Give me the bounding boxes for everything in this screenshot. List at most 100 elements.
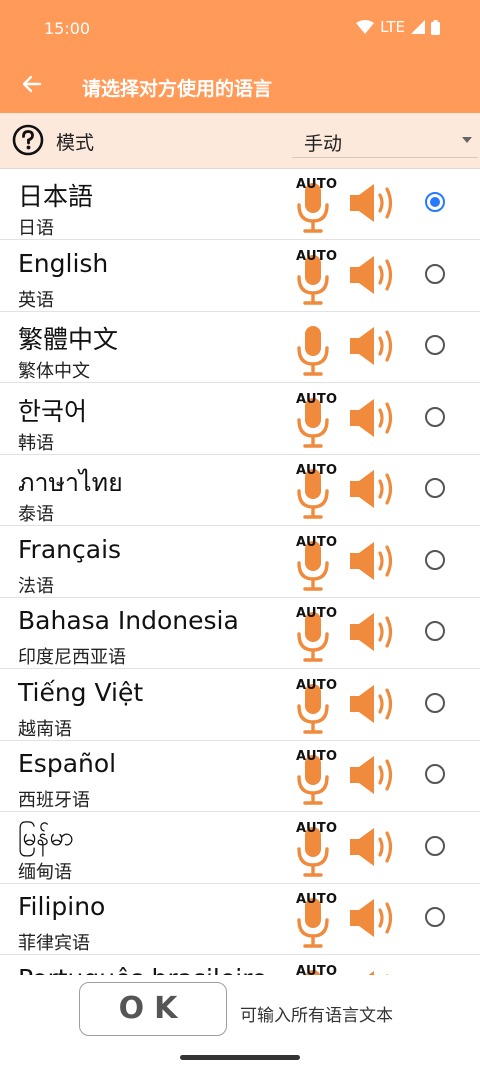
auto-label: AUTO <box>296 463 338 478</box>
auto-label: AUTO <box>296 534 338 550</box>
speaker-icon[interactable] <box>350 612 400 652</box>
language-radio[interactable] <box>425 478 445 498</box>
auto-label: AUTO <box>296 892 338 907</box>
speaker-icon[interactable] <box>350 326 400 366</box>
speaker-icon[interactable] <box>350 398 400 438</box>
language-radio[interactable] <box>425 764 445 784</box>
language-row[interactable]: ภาษาไทย 泰语 AUTO <box>0 455 480 526</box>
language-radio[interactable] <box>425 192 445 212</box>
language-name: 繁體中文 <box>18 325 119 354</box>
signal-icon <box>411 20 425 34</box>
voice-input-button[interactable] <box>296 320 338 378</box>
language-name: မြန်မာ <box>18 821 74 851</box>
speaker-icon[interactable] <box>350 541 400 581</box>
language-translation: 越南语 <box>18 718 72 740</box>
auto-label: AUTO <box>296 749 338 764</box>
bottom-bar: OK 可输入所有语言文本 <box>0 975 480 1072</box>
language-translation: 菲律宾语 <box>18 933 90 954</box>
language-radio[interactable] <box>425 549 445 570</box>
speaker-icon[interactable] <box>350 898 400 938</box>
dropdown-caret-icon <box>462 137 472 143</box>
gesture-handle <box>180 1055 300 1060</box>
hint-text: 可输入所有语言文本 <box>240 1006 393 1026</box>
language-row[interactable]: 日本語日语 AUTO <box>0 169 480 240</box>
voice-input-button[interactable]: AUTO <box>296 606 338 664</box>
auto-label: AUTO <box>296 677 338 693</box>
mode-select-value: 手动 <box>304 133 343 155</box>
voice-input-button[interactable]: AUTO <box>296 963 338 976</box>
language-radio[interactable] <box>425 263 445 284</box>
auto-label: AUTO <box>296 177 338 192</box>
voice-input-button[interactable]: AUTO <box>296 535 338 593</box>
language-row[interactable]: Bahasa Indonesia 印度尼西亚语 AUTO <box>0 598 480 669</box>
language-translation: 西班牙语 <box>18 790 90 811</box>
speaker-icon[interactable] <box>350 755 400 795</box>
status-icons: LTE <box>356 18 440 36</box>
speaker-icon[interactable] <box>350 684 400 724</box>
language-row[interactable]: 한국어 韩语 AUTO <box>0 384 480 455</box>
language-name: Français <box>18 534 122 564</box>
back-arrow-icon[interactable] <box>20 72 44 96</box>
language-translation: 法语 <box>18 575 54 597</box>
voice-input-button[interactable]: AUTO <box>296 892 338 950</box>
network-type: LTE <box>380 18 405 36</box>
language-translation: 泰语 <box>18 504 54 525</box>
speaker-icon[interactable] <box>350 469 400 509</box>
language-row[interactable]: Filipino 菲律宾语 AUTO <box>0 884 480 955</box>
voice-input-button[interactable]: AUTO <box>296 392 338 450</box>
voice-input-button[interactable]: AUTO <box>296 821 338 879</box>
language-translation: 英语 <box>18 289 54 311</box>
language-name: ภาษาไทย <box>18 468 123 497</box>
language-translation: 印度尼西亚语 <box>18 647 126 668</box>
language-translation: 韩语 <box>18 432 54 454</box>
language-name: Português brasileiro <box>18 964 267 976</box>
voice-input-button[interactable]: AUTO <box>296 749 338 807</box>
mode-select[interactable]: 手动 <box>292 121 478 158</box>
ok-button[interactable]: OK <box>79 982 227 1036</box>
language-translation: 繁体中文 <box>18 361 90 382</box>
language-row[interactable]: Tiếng Việt 越南语 AUTO <box>0 670 480 741</box>
language-list[interactable]: 日本語 日语 AUTO English 英语 AUTO 繁體中文 繁体中文 한국어 韩语 AUTO ภ… <box>0 169 480 975</box>
language-radio[interactable] <box>425 692 445 713</box>
voice-input-button[interactable]: AUTO <box>296 177 338 235</box>
help-icon[interactable] <box>12 124 44 156</box>
language-radio[interactable] <box>425 335 445 355</box>
language-row[interactable]: English 英语 AUTO <box>0 241 480 312</box>
language-name: Filipino <box>18 892 106 921</box>
language-translation: 缅甸语 <box>18 861 72 883</box>
speaker-icon[interactable] <box>350 183 400 223</box>
page-title: 请选择对方使用的语言 <box>82 78 273 100</box>
language-row[interactable]: Português brasileiro AUTO <box>0 956 480 976</box>
language-name: 한국어 <box>18 396 88 426</box>
app-bar: 请选择对方使用的语言 <box>0 58 480 113</box>
status-bar: 15:00 LTE <box>0 0 480 58</box>
microphone-icon <box>297 326 329 376</box>
auto-label: AUTO <box>296 963 338 976</box>
speaker-icon[interactable] <box>350 255 400 295</box>
language-name: Bahasa Indonesia <box>18 606 239 635</box>
auto-label: AUTO <box>296 391 338 407</box>
language-radio[interactable] <box>425 907 445 927</box>
mode-row: 模式 手动 <box>0 113 480 169</box>
auto-label: AUTO <box>296 606 338 621</box>
language-row[interactable]: 繁體中文 繁体中文 <box>0 312 480 383</box>
status-time: 15:00 <box>44 19 91 38</box>
language-radio[interactable] <box>425 835 445 856</box>
language-row[interactable]: မြန်မာ 缅甸语 AUTO <box>0 813 480 884</box>
language-name: 日本語 <box>18 182 94 211</box>
wifi-icon <box>356 20 375 34</box>
auto-label: AUTO <box>296 820 338 836</box>
mode-label: 模式 <box>56 132 95 154</box>
voice-input-button[interactable]: AUTO <box>296 463 338 521</box>
battery-icon <box>431 19 440 35</box>
auto-label: AUTO <box>296 248 338 264</box>
voice-input-button[interactable]: AUTO <box>296 678 338 736</box>
voice-input-button[interactable]: AUTO <box>296 249 338 307</box>
language-radio[interactable] <box>425 621 445 641</box>
language-row[interactable]: Français 法语 AUTO <box>0 527 480 598</box>
language-translation: 日语 <box>18 218 54 239</box>
language-name: Tiếng Việt <box>18 677 144 707</box>
language-radio[interactable] <box>425 406 445 427</box>
speaker-icon[interactable] <box>350 827 400 867</box>
language-row[interactable]: Español 西班牙语 AUTO <box>0 741 480 812</box>
